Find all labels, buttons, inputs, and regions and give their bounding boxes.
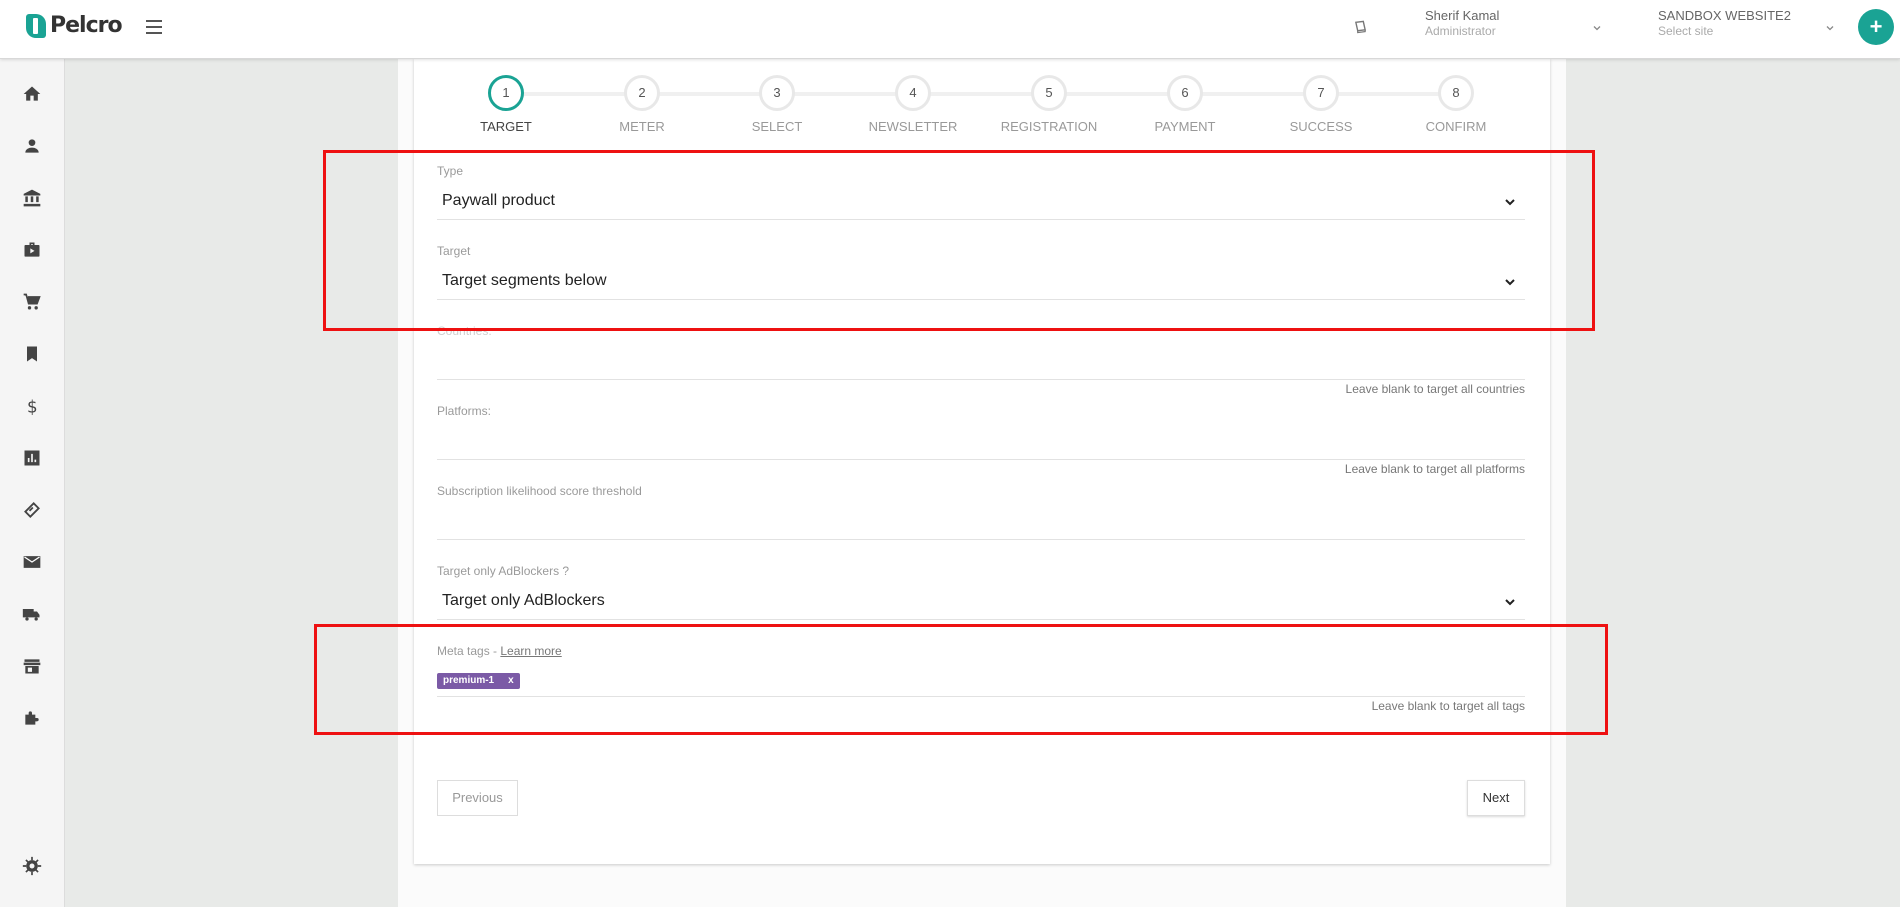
step-label: CONFIRM <box>1425 119 1487 134</box>
likelihood-input[interactable] <box>437 512 1525 540</box>
book-icon[interactable] <box>1354 20 1367 34</box>
step-payment[interactable]: 6 PAYMENT <box>1125 75 1245 134</box>
step-label: SUCCESS <box>1289 119 1353 134</box>
type-field: Type Paywall product <box>437 164 1525 220</box>
bar-chart-icon[interactable] <box>22 448 42 468</box>
svg-text:$: $ <box>27 398 38 416</box>
chevron-down-icon <box>1505 599 1515 606</box>
step-number: 5 <box>1031 75 1067 111</box>
gear-icon[interactable] <box>22 856 42 876</box>
truck-icon[interactable] <box>22 604 42 624</box>
adblockers-field: Target only AdBlockers ? Target only AdB… <box>437 564 1525 620</box>
step-label: SELECT <box>751 119 803 134</box>
adblockers-value: Target only AdBlockers <box>442 592 605 609</box>
target-select[interactable]: Target segments below <box>437 272 1525 300</box>
site-name: SANDBOX WEBSITE2 <box>1658 8 1791 23</box>
step-number: 3 <box>759 75 795 111</box>
platforms-input[interactable] <box>437 432 1525 460</box>
step-number: 4 <box>895 75 931 111</box>
chevron-down-icon <box>1505 199 1515 206</box>
mail-icon[interactable] <box>22 552 42 572</box>
chevron-down-icon[interactable] <box>1824 22 1836 34</box>
person-icon[interactable] <box>22 136 42 156</box>
platforms-field: Platforms: Leave blank to target all pla… <box>437 404 1525 476</box>
sidebar: $ <box>0 59 65 907</box>
cart-icon[interactable] <box>22 292 42 312</box>
step-number: 1 <box>488 75 524 111</box>
step-number: 6 <box>1167 75 1203 111</box>
countries-input[interactable] <box>437 352 1525 380</box>
briefcase-icon[interactable] <box>22 240 42 260</box>
step-label: METER <box>619 119 665 134</box>
platforms-help: Leave blank to target all platforms <box>1344 462 1525 476</box>
step-confirm[interactable]: 8 CONFIRM <box>1396 75 1516 134</box>
tag-name: premium-1 <box>443 675 495 686</box>
target-field: Target Target segments below <box>437 244 1525 300</box>
site-selector[interactable]: SANDBOX WEBSITE2 Select site <box>1658 8 1838 38</box>
step-label: PAYMENT <box>1154 119 1216 134</box>
bank-icon[interactable] <box>22 188 42 208</box>
wizard-stepper: 1 TARGET 2 METER 3 SELECT 4 NEWSLETTER 5… <box>440 75 1530 135</box>
step-number: 7 <box>1303 75 1339 111</box>
countries-help: Leave blank to target all countries <box>1345 382 1525 396</box>
menu-toggle-icon[interactable] <box>146 20 162 34</box>
step-select[interactable]: 3 SELECT <box>717 75 837 134</box>
type-value: Paywall product <box>442 192 555 209</box>
user-name: Sherif Kamal <box>1425 8 1500 23</box>
step-meter[interactable]: 2 METER <box>582 75 702 134</box>
type-select[interactable]: Paywall product <box>437 192 1525 220</box>
user-menu[interactable]: Sherif Kamal Administrator <box>1425 8 1605 38</box>
learn-more-link[interactable]: Learn more <box>500 644 561 658</box>
type-label: Type <box>437 164 464 178</box>
chevron-down-icon[interactable] <box>1591 22 1603 34</box>
next-button[interactable]: Next <box>1467 780 1525 816</box>
pelcro-logo[interactable]: Pelcro <box>26 13 123 38</box>
meta-tags-field: Meta tags - Learn more premium-1 x Leave… <box>437 644 1525 713</box>
chevron-down-icon <box>1505 279 1515 286</box>
step-newsletter[interactable]: 4 NEWSLETTER <box>853 75 973 134</box>
step-number: 2 <box>624 75 660 111</box>
target-value: Target segments below <box>442 272 607 289</box>
site-placeholder: Select site <box>1658 24 1714 38</box>
step-number: 8 <box>1438 75 1474 111</box>
step-label: NEWSLETTER <box>868 119 958 134</box>
brand-name: Pelcro <box>50 13 123 38</box>
dollar-icon[interactable]: $ <box>22 396 42 416</box>
platforms-label: Platforms: <box>437 404 492 418</box>
puzzle-icon[interactable] <box>22 708 42 728</box>
countries-field: Countries: Leave blank to target all cou… <box>437 324 1525 396</box>
home-icon[interactable] <box>22 84 42 104</box>
top-bar: Pelcro Sherif Kamal Administrator SANDBO… <box>0 0 1900 59</box>
adblockers-select[interactable]: Target only AdBlockers <box>437 592 1525 620</box>
step-target[interactable]: 1 TARGET <box>446 75 566 134</box>
user-role: Administrator <box>1425 24 1496 38</box>
meta-tags-help: Leave blank to target all tags <box>1371 699 1525 713</box>
store-icon[interactable] <box>22 656 42 676</box>
pelcro-logo-icon <box>26 13 46 38</box>
countries-label: Countries: <box>437 324 492 338</box>
target-label: Target <box>437 244 471 258</box>
meta-tags-input[interactable]: premium-1 x <box>437 670 1525 697</box>
bookmark-icon[interactable] <box>22 344 42 364</box>
step-label: TARGET <box>480 119 532 134</box>
step-registration[interactable]: 5 REGISTRATION <box>989 75 1109 134</box>
previous-button[interactable]: Previous <box>437 780 518 816</box>
coupon-icon[interactable] <box>22 500 42 520</box>
tag-remove-button[interactable]: x <box>508 675 514 686</box>
likelihood-field: Subscription likelihood score threshold <box>437 484 1525 540</box>
adblockers-label: Target only AdBlockers ? <box>437 564 570 578</box>
step-label: REGISTRATION <box>1000 119 1098 134</box>
add-button[interactable]: + <box>1858 9 1894 45</box>
tag-chip: premium-1 x <box>437 672 520 689</box>
likelihood-label: Subscription likelihood score threshold <box>437 484 642 498</box>
meta-tags-label: Meta tags - Learn more <box>437 644 1525 658</box>
step-success[interactable]: 7 SUCCESS <box>1261 75 1381 134</box>
meta-tags-label-text: Meta tags - <box>437 644 501 658</box>
